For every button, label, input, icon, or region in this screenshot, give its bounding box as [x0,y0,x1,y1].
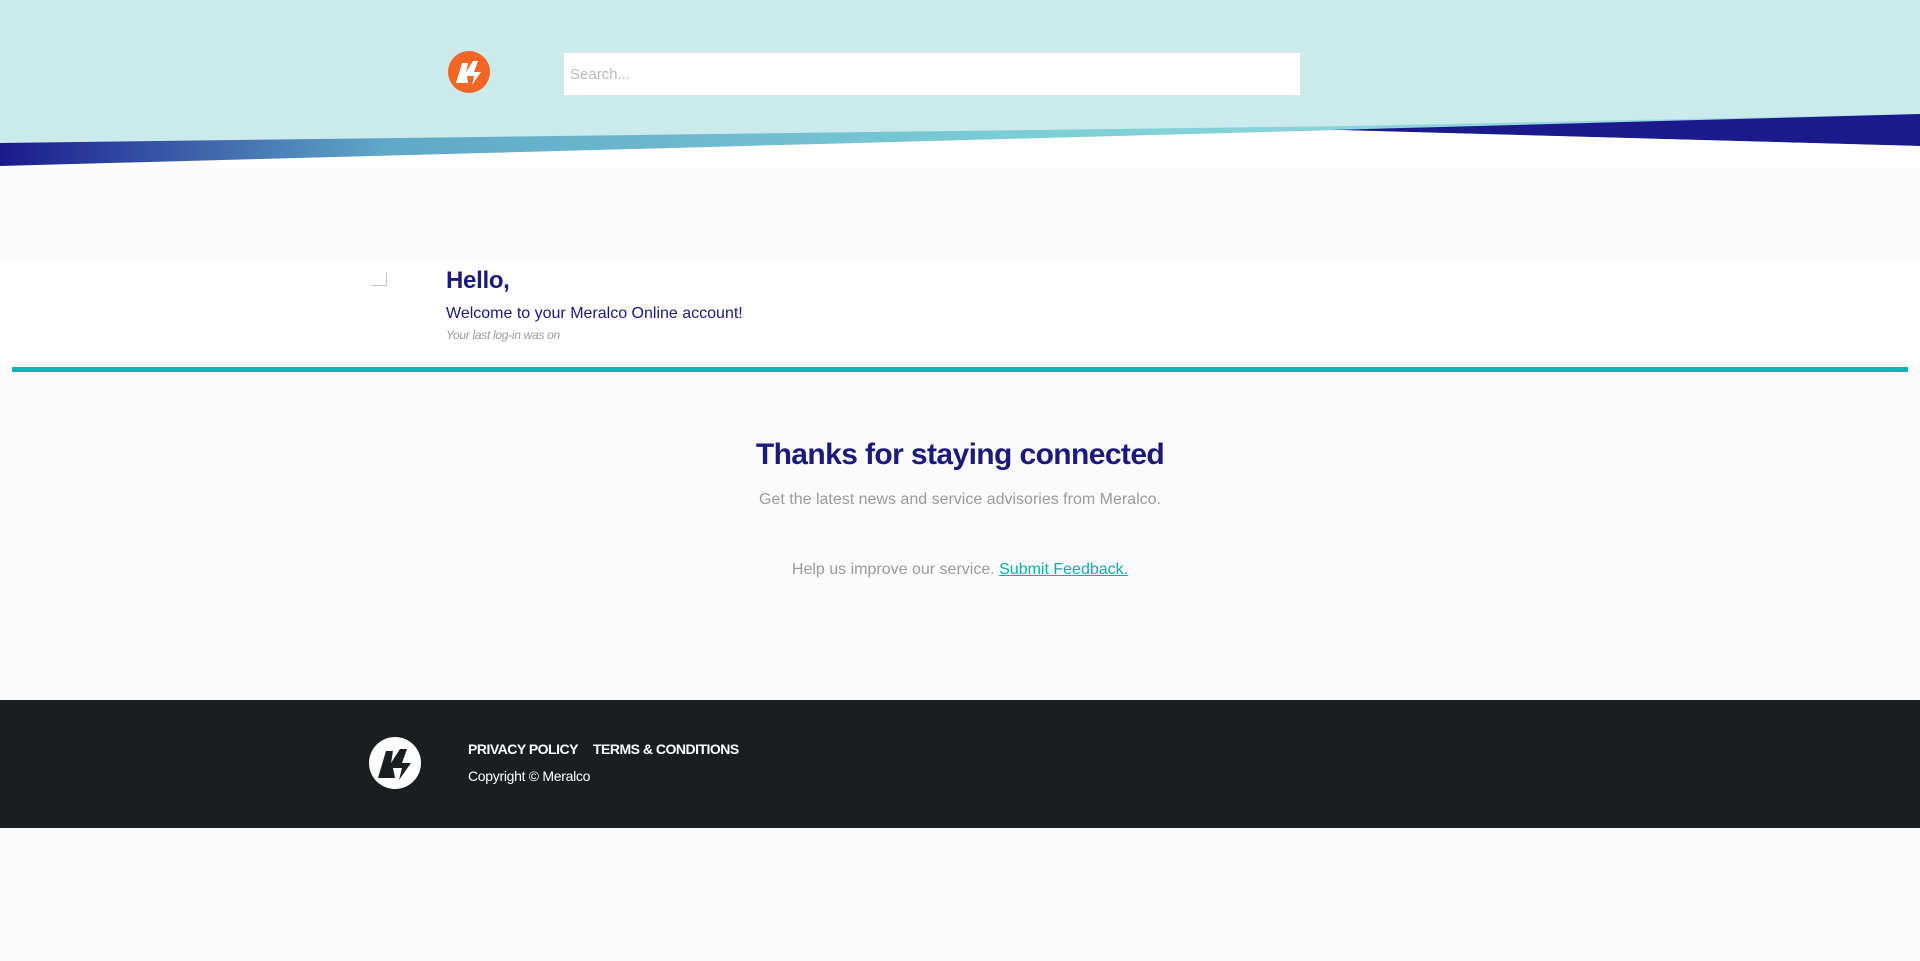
copyright-text: Copyright © Meralco [468,768,591,784]
submit-feedback-link[interactable]: Submit Feedback. [999,561,1128,578]
page-subtitle: Get the latest news and service advisori… [759,491,1161,508]
greeting-section [0,261,1920,367]
section-divider [12,367,1908,372]
greeting-welcome: Welcome to your Meralco Online account! [446,305,743,322]
greeting-hello: Hello, [446,267,510,294]
meralco-logo-icon[interactable] [447,50,491,94]
feedback-line: Help us improve our service. Submit Feed… [0,561,1920,579]
page-bottom-area [0,828,1920,961]
search-input[interactable] [563,52,1301,96]
site-header [0,0,1920,168]
spacer-band [0,168,1920,261]
meralco-logo-icon[interactable] [368,736,422,790]
avatar-placeholder [371,272,387,286]
last-login-text: Your last log-in was on [446,328,560,342]
page-title: Thanks for staying connected [755,438,1165,471]
site-footer: PRIVACY POLICY TERMS & CONDITIONS Copyri… [0,700,1920,828]
footer-links: PRIVACY POLICY TERMS & CONDITIONS [468,741,739,757]
feedback-prefix: Help us improve our service. [791,561,995,578]
privacy-policy-link[interactable]: PRIVACY POLICY [468,741,578,757]
terms-conditions-link[interactable]: TERMS & CONDITIONS [593,741,739,757]
